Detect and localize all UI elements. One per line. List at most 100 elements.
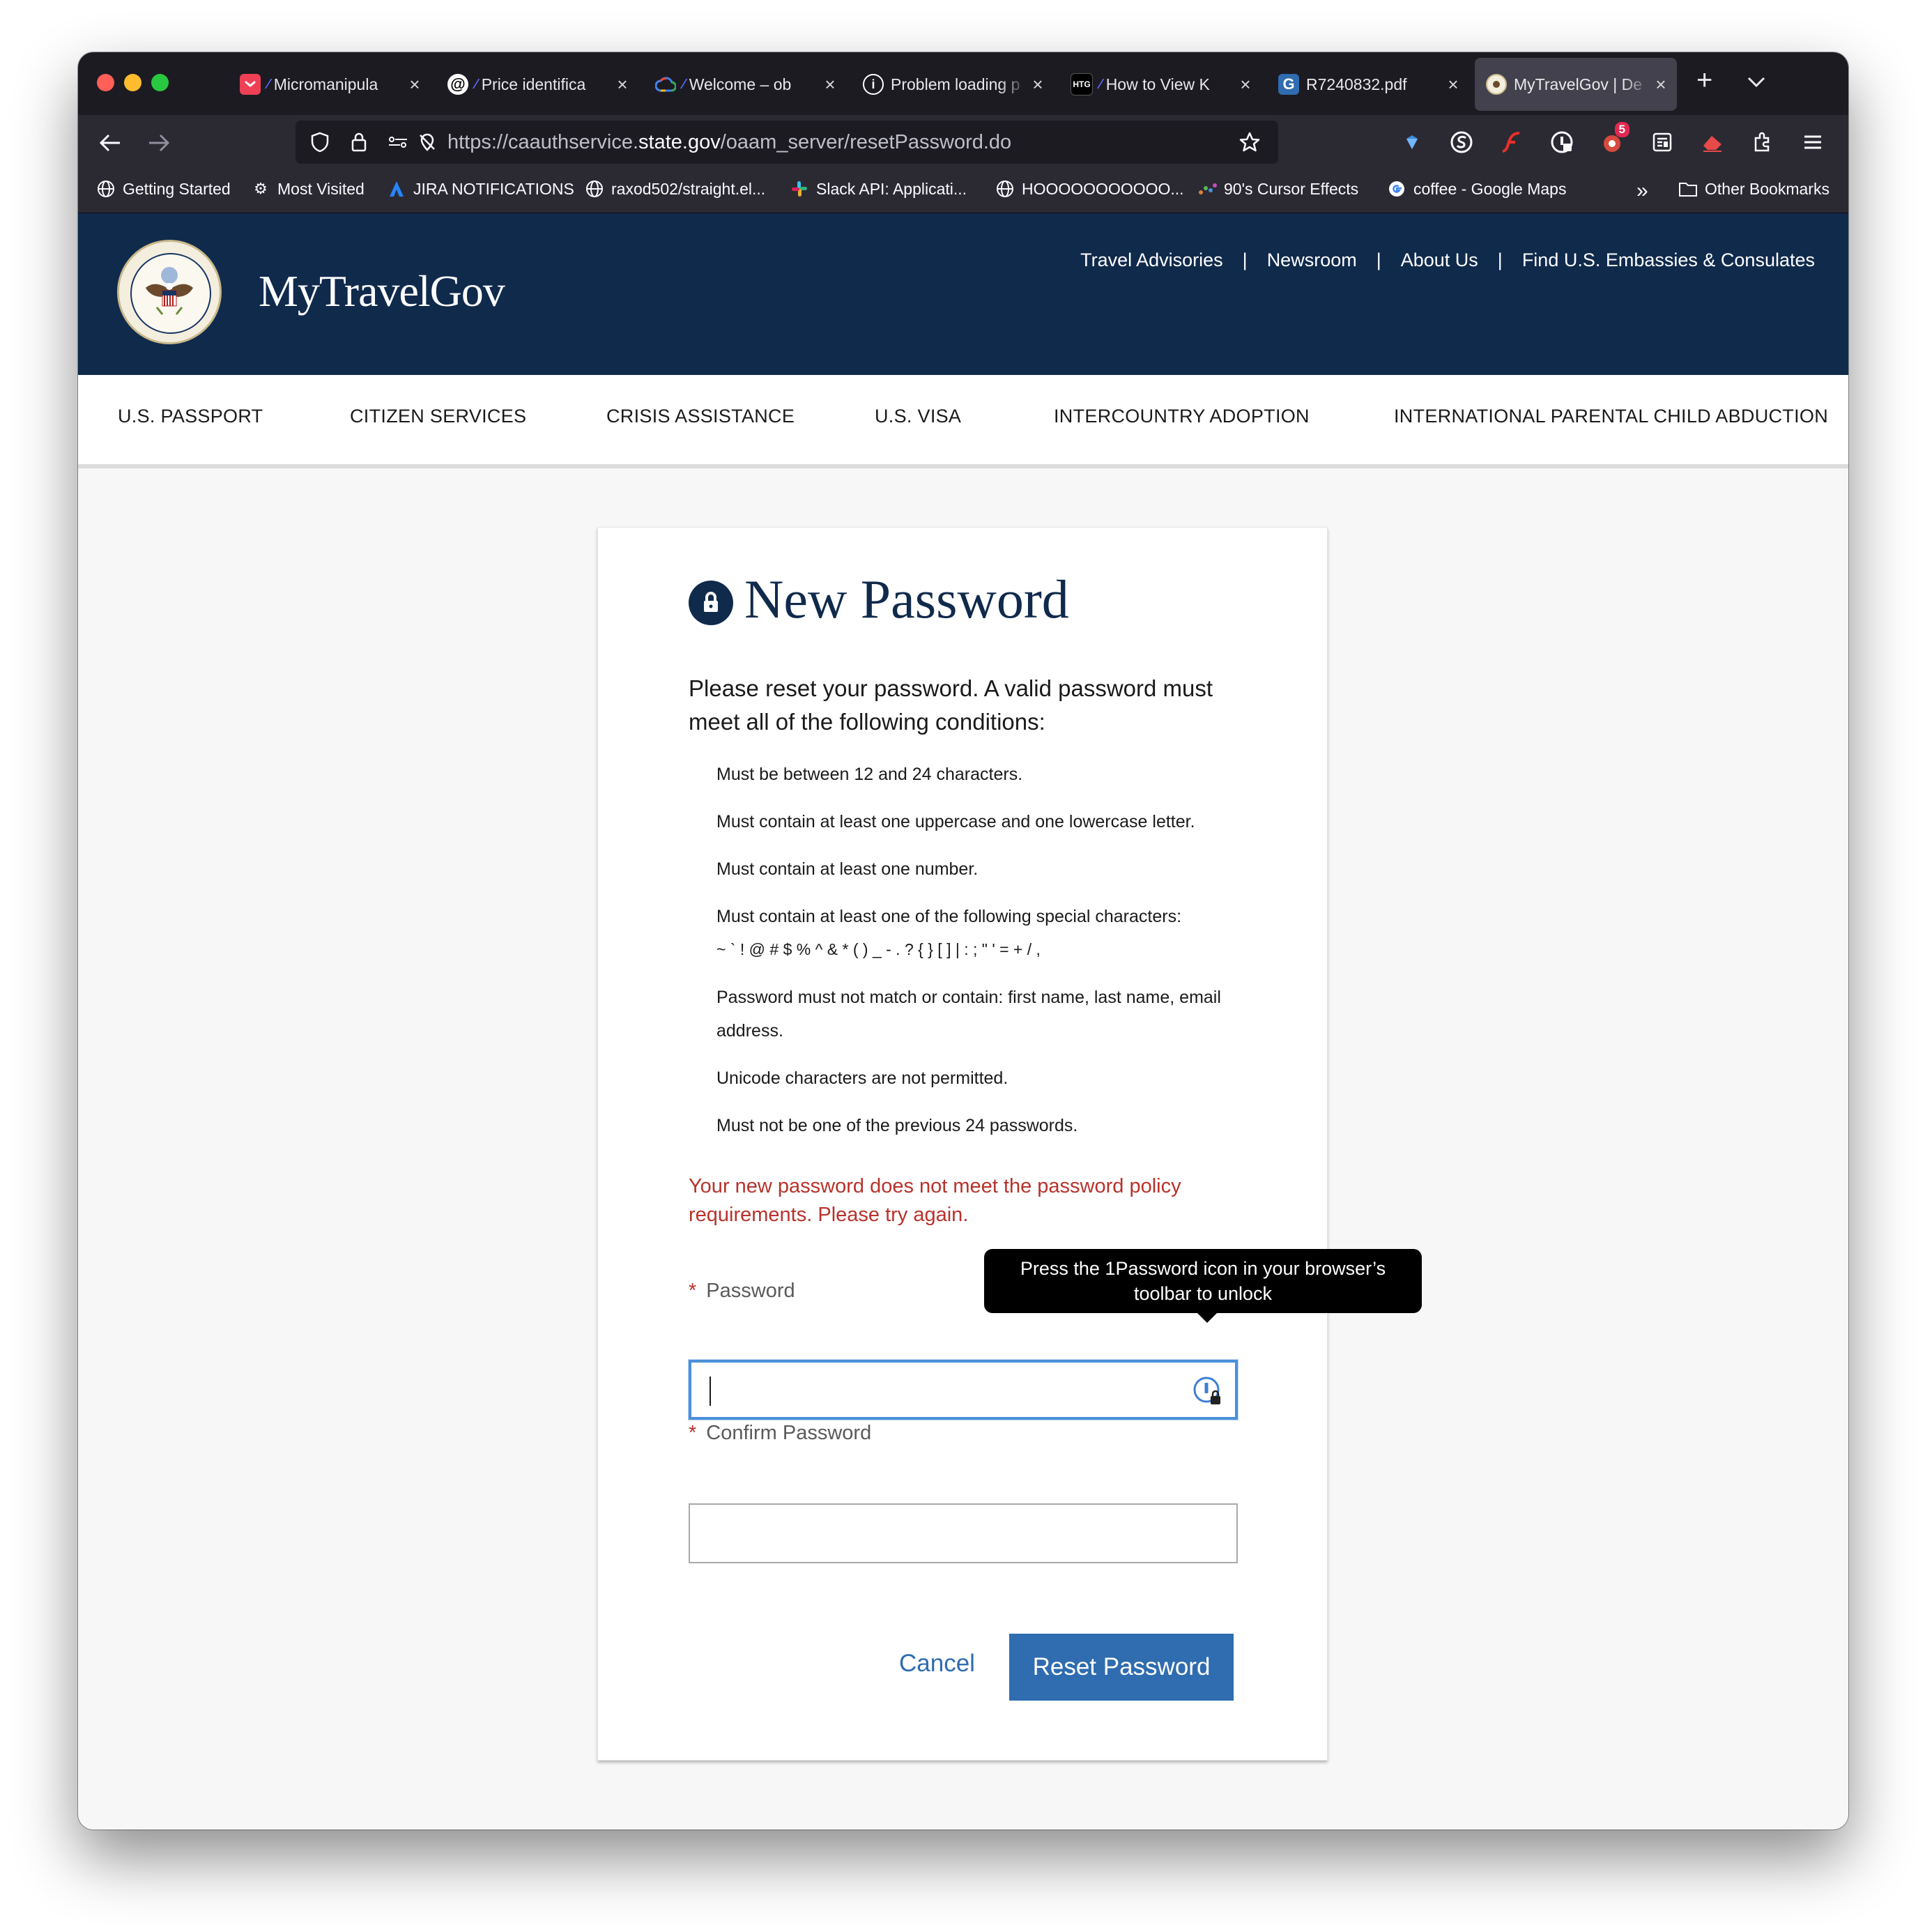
rule-item: Must contain at least one of the followi… [716,907,1182,926]
brand-name[interactable]: MyTravelGov [259,266,505,317]
hamburger-menu-icon[interactable] [1797,126,1829,158]
rule-item: Must not be one of the previous 24 passw… [716,1116,1078,1135]
tab-close-icon[interactable]: × [1235,74,1256,95]
tab-close-icon[interactable]: × [1027,74,1048,95]
link-about-us[interactable]: About Us [1401,250,1478,271]
bookmark-other[interactable]: Other Bookmarks [1678,179,1830,199]
link-newsroom[interactable]: Newsroom [1267,250,1357,271]
bookmarks-toolbar: Getting Started ⚙ Most Visited JIRA NOTI… [78,171,1848,213]
bookmark-label: Most Visited [277,179,365,198]
site-header: MyTravelGov Travel Advisories | Newsroom… [78,213,1848,375]
threads-icon: @ [447,74,468,95]
bookmark-coffee-maps[interactable]: coffee - Google Maps [1387,179,1566,199]
bookmark-most-visited[interactable]: ⚙ Most Visited [251,179,365,199]
tracking-shield-icon[interactable] [305,128,335,157]
lock-icon[interactable] [344,128,374,157]
tab-label: Price identifica [481,75,586,93]
nav-crisis-assistance[interactable]: CRISIS ASSISTANCE [606,406,795,427]
bookmark-jira[interactable]: JIRA NOTIFICATIONS [387,179,574,199]
zoom-window-button[interactable] [151,74,169,91]
back-arrow-icon[interactable] [92,125,128,161]
tab-pdf[interactable]: G R7240832.pdf × [1267,58,1469,111]
intro-text: Please reset your password. A valid pass… [689,675,1213,735]
folder-icon [1678,179,1698,199]
tab-how-to-view[interactable]: HTG ⁄⁄ How to View K × [1059,58,1261,111]
seal-inner [130,253,211,334]
minimize-window-button[interactable] [124,74,141,91]
location-blocked-icon[interactable] [413,128,442,157]
tab-close-icon[interactable]: × [404,74,425,95]
bookmark-getting-started[interactable]: Getting Started [96,179,231,199]
required-asterisk: * [689,1280,697,1302]
tab-micromanipula[interactable]: ⁄⁄ Micromanipula × [229,58,431,111]
tooltip-line: Press the 1Password icon in your browser… [1020,1258,1386,1279]
s-extension-icon[interactable] [1445,126,1478,158]
tab-close-icon[interactable]: × [1443,74,1464,95]
confirm-password-input[interactable] [689,1503,1238,1563]
tab-problem-loading[interactable]: i Problem loading p × [852,58,1054,111]
link-travel-advisories[interactable]: Travel Advisories [1080,250,1223,271]
permissions-icon[interactable] [383,128,413,157]
rule-item: Must be between 12 and 24 characters. [716,765,1023,784]
onepassword-extension-icon[interactable] [1546,126,1578,158]
error-message: Your new password does not meet the pass… [689,1175,1181,1226]
tab-mytravelgov[interactable]: MyTravelGov | De × [1475,58,1677,111]
nav-us-visa[interactable]: U.S. VISA [875,406,961,427]
nav-citizen-services[interactable]: CITIZEN SERVICES [350,406,526,427]
separator: | [1242,250,1248,270]
rule-special-characters: ~ ` ! @ # $ % ^ & * ( ) _ - . ? { } [ ] … [716,940,1041,958]
extensions-puzzle-icon[interactable] [1747,126,1779,158]
reader-extension-icon[interactable] [1646,126,1678,158]
tab-list-chevron-icon[interactable] [1747,70,1766,94]
nav-international-parental-child-abduction[interactable]: INTERNATIONAL PARENTAL CHILD ABDUCTION [1394,406,1828,427]
gem-extension-icon[interactable] [1396,126,1428,158]
bookmarks-overflow-chevron-icon[interactable]: » [1636,179,1648,203]
close-window-button[interactable] [97,74,114,91]
bookmark-cursor-effects[interactable]: 90's Cursor Effects [1197,179,1358,199]
onepassword-icon[interactable] [1192,1375,1224,1407]
bookmark-star-icon[interactable] [1235,128,1264,157]
rule-item: Unicode characters are not permitted. [716,1068,1008,1088]
url-text[interactable]: https://caauthservice.state.gov/oaam_ser… [447,131,1011,154]
badge-extension-icon[interactable]: 5 [1596,122,1629,158]
cancel-button[interactable]: Cancel [899,1650,975,1678]
tab-close-icon[interactable]: × [612,74,633,95]
reset-password-button[interactable]: Reset Password [1009,1634,1234,1701]
google-cloud-icon [655,74,676,95]
tab-label: Problem loading p [891,75,1020,93]
new-tab-icon[interactable]: + [1696,65,1712,96]
url-bar[interactable]: https://caauthservice.state.gov/oaam_ser… [296,121,1278,164]
eraser-extension-icon[interactable] [1696,126,1728,158]
tab-close-icon[interactable]: × [820,74,841,95]
bookmark-label: HOOOOOOOOOOO... [1022,179,1184,198]
state-department-seal-logo[interactable] [117,240,222,344]
nav-us-passport[interactable]: U.S. PASSPORT [118,406,263,427]
reset-password-card: New Password Please reset your password.… [597,527,1328,1761]
bookmark-hooooo[interactable]: HOOOOOOOOOOO... [995,179,1184,199]
url-domain: state.gov [638,131,721,153]
url-prefix: https://caauthservice. [447,131,639,153]
nav-intercountry-adoption[interactable]: INTERCOUNTRY ADOPTION [1054,406,1310,427]
link-find-embassies[interactable]: Find U.S. Embassies & Consulates [1522,250,1815,271]
separator: | [1376,250,1381,270]
tab-close-icon[interactable]: × [1650,74,1671,95]
forward-arrow-icon[interactable] [141,125,177,161]
tab-welcome[interactable]: ⁄⁄ Welcome – ob × [644,58,846,111]
globe-icon [96,179,116,199]
bookmark-label: coffee - Google Maps [1413,179,1567,198]
bookmark-raxod502[interactable]: raxod502/straight.el... [585,179,765,199]
slack-icon [790,179,809,199]
info-icon: i [863,74,884,95]
rule-item: Password must not match or contain: firs… [716,988,1221,1007]
gear-icon: ⚙ [254,180,268,197]
password-label-text: Password [706,1280,795,1302]
onepassword-tooltip: Press the 1Password icon in your browser… [984,1249,1422,1323]
lock-icon [689,581,733,625]
bookmark-slack-api[interactable]: Slack API: Applicati... [790,179,967,199]
separator: | [1497,250,1503,270]
tab-price-identifica[interactable]: @ ⁄⁄ Price identifica × [436,58,638,111]
state-seal-icon [1486,74,1507,95]
confirm-password-label-text: Confirm Password [706,1422,872,1444]
password-input[interactable] [689,1360,1238,1420]
flash-extension-icon[interactable] [1496,126,1528,158]
